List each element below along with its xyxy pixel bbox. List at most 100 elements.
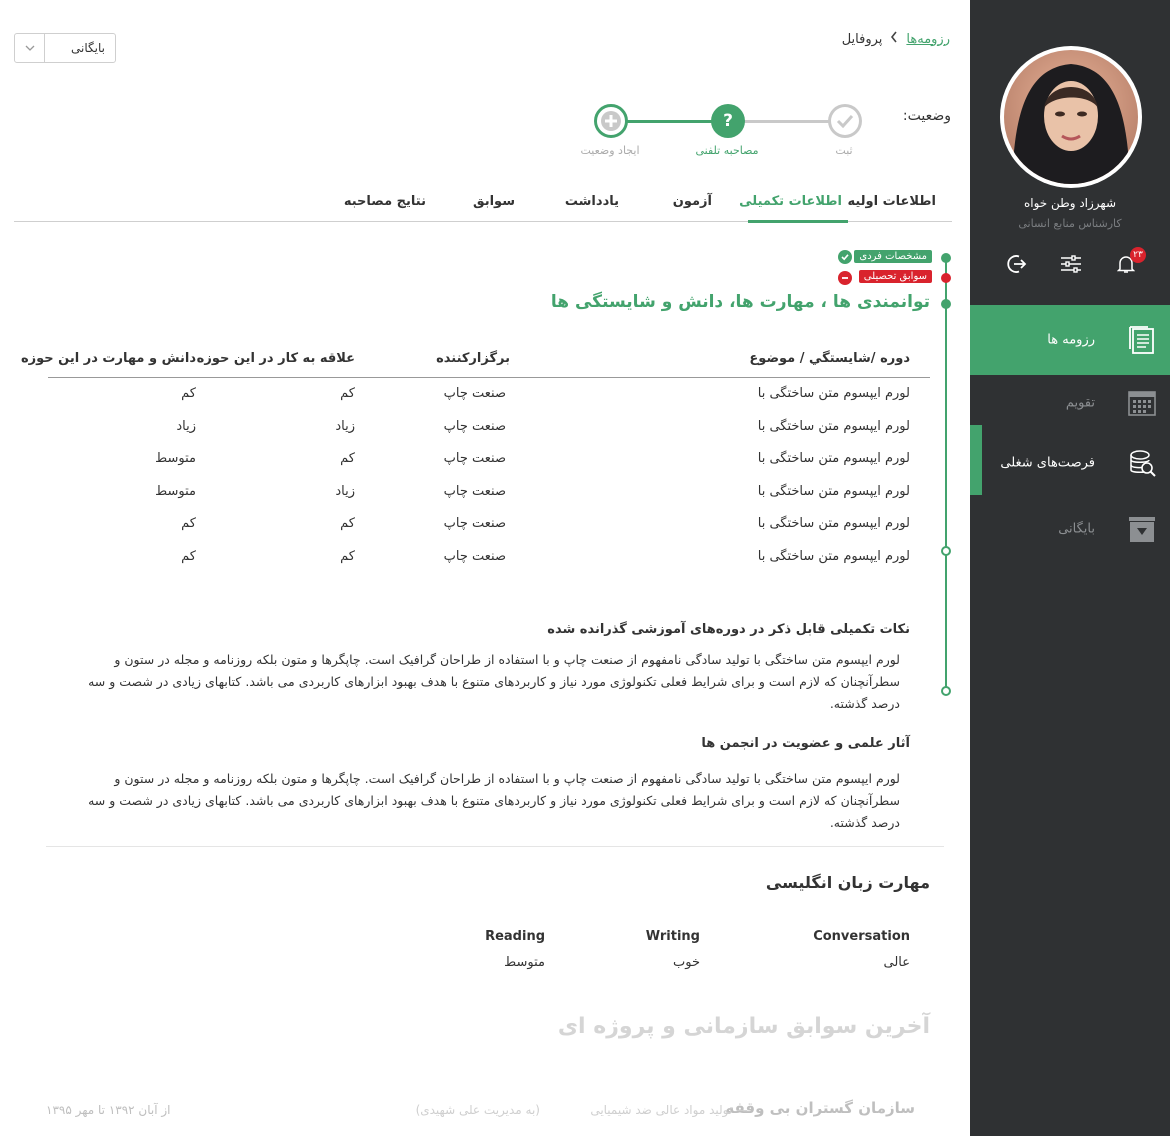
avatar[interactable] bbox=[1000, 46, 1142, 188]
table-cell: متوسط bbox=[155, 451, 196, 467]
table-row: لورم ایپسوم متن ساختگی با صنعت چاپ زیاد … bbox=[48, 411, 930, 444]
timeline-dot[interactable] bbox=[941, 299, 951, 309]
chevron-left-icon bbox=[890, 31, 898, 47]
column-header: برگزارکننده bbox=[436, 351, 510, 366]
history-org: سازمان گستران بی وقفه bbox=[725, 1099, 915, 1117]
logout-button[interactable] bbox=[1004, 250, 1030, 278]
tab-additional-info[interactable]: اطلاعات تکمیلی bbox=[739, 194, 842, 209]
active-tab-indicator bbox=[748, 220, 848, 223]
tab-history[interactable]: سوابق bbox=[473, 194, 515, 209]
step-done[interactable] bbox=[828, 104, 862, 138]
archive-icon bbox=[1129, 517, 1155, 542]
english-skills-title: مهارت زبان انگلیسی bbox=[765, 873, 930, 892]
tab-notes[interactable]: یادداشت bbox=[565, 194, 619, 209]
skills-table: دوره /شایستگي / موضوع برگزارکننده علاقه … bbox=[21, 342, 930, 574]
english-col-header: Reading bbox=[485, 929, 545, 944]
timeline-dot[interactable] bbox=[941, 546, 951, 556]
nav-label: رزومه ها bbox=[1047, 332, 1095, 348]
table-cell: کم bbox=[340, 451, 355, 467]
english-col-header: Writing bbox=[645, 929, 700, 944]
table-cell: لورم ایپسوم متن ساختگی با bbox=[757, 418, 910, 434]
profile-tabs: اطلاعات اولیه اطلاعات تکمیلی آزمون یاددا… bbox=[14, 186, 952, 223]
table-cell: متوسط bbox=[155, 483, 196, 499]
column-header: دانش و مهارت در این حوزه bbox=[20, 351, 196, 366]
tab-basic-info[interactable]: اطلاعات اولیه bbox=[847, 194, 936, 209]
sliders-icon bbox=[1061, 255, 1081, 273]
english-col-value: عالی bbox=[883, 955, 910, 970]
user-tools: ۲۳ bbox=[970, 247, 1170, 278]
english-col-value: خوب bbox=[673, 955, 700, 970]
table-cell: لورم ایپسوم متن ساختگی با bbox=[757, 451, 910, 467]
timeline-dot[interactable] bbox=[941, 253, 951, 263]
timeline-dot[interactable] bbox=[941, 273, 951, 283]
table-cell: کم bbox=[340, 548, 355, 564]
chevron-down-icon bbox=[15, 34, 45, 62]
notifications-button[interactable]: ۲۳ bbox=[1113, 247, 1146, 278]
notification-badge: ۲۳ bbox=[1130, 247, 1146, 263]
logout-icon bbox=[1007, 255, 1027, 273]
timeline-tag-personal[interactable]: مشخصات فردی bbox=[854, 250, 932, 263]
note-body: لورم ایپسوم متن ساختگی با تولید سادگی نا… bbox=[88, 771, 900, 830]
table-row: لورم ایپسوم متن ساختگی با صنعت چاپ کم کم bbox=[48, 508, 930, 541]
english-col-value: متوسط bbox=[504, 955, 545, 970]
step-label: ایجاد وضعیت bbox=[580, 144, 640, 157]
table-cell: لورم ایپسوم متن ساختگی با bbox=[757, 386, 910, 401]
column-header: علاقه به کار در این حوزه bbox=[196, 351, 355, 366]
breadcrumb: رزومه‌ها پروفایل bbox=[842, 31, 950, 47]
divider bbox=[46, 846, 944, 847]
table-cell: کم bbox=[181, 548, 196, 564]
table-cell: کم bbox=[181, 386, 196, 401]
nav-item-resumes[interactable]: رزومه ها bbox=[970, 305, 1170, 375]
step-label: مصاحبه تلفنی bbox=[695, 144, 759, 157]
table-cell: صنعت چاپ bbox=[443, 516, 506, 532]
add-status-button[interactable] bbox=[594, 104, 628, 138]
tab-exam[interactable]: آزمون bbox=[673, 194, 712, 209]
timeline-tag-education[interactable]: سوابق تحصیلی bbox=[858, 270, 932, 283]
timeline-line bbox=[945, 258, 947, 691]
nav-label: تقویم bbox=[1065, 395, 1095, 411]
nav-label: بایگانی bbox=[1058, 521, 1095, 537]
table-cell: زیاد bbox=[335, 418, 355, 434]
note-body: لورم ایپسوم متن ساختگی با تولید سادگی نا… bbox=[88, 652, 900, 711]
timeline-dot[interactable] bbox=[941, 686, 951, 696]
note-title: آثار علمی و عضویت در انجمن ها bbox=[701, 736, 910, 751]
table-cell: صنعت چاپ bbox=[443, 483, 506, 499]
archive-select-value: بایگانی bbox=[71, 41, 105, 55]
table-cell: صنعت چاپ bbox=[443, 451, 506, 467]
note-title: نکات تکمیلی قابل ذکر در دوره‌های آموزشی … bbox=[547, 622, 910, 637]
minus-circle-icon bbox=[838, 271, 852, 285]
table-row: لورم ایپسوم متن ساختگی با صنعت چاپ کم کم bbox=[48, 378, 930, 411]
table-row: لورم ایپسوم متن ساختگی با صنعت چاپ کم مت… bbox=[48, 443, 930, 476]
table-row: لورم ایپسوم متن ساختگی با صنعت چاپ کم کم bbox=[48, 541, 930, 574]
table-cell: کم bbox=[340, 516, 355, 532]
settings-button[interactable] bbox=[1058, 250, 1084, 278]
table-cell: زیاد bbox=[335, 483, 355, 499]
table-cell: صنعت چاپ bbox=[443, 548, 506, 564]
step-current[interactable]: ? bbox=[711, 104, 745, 138]
table-cell: کم bbox=[340, 386, 355, 401]
history-field: — تولید مواد عالی ضد شیمیایی bbox=[590, 1103, 748, 1117]
nav-item-jobs[interactable]: فرصت‌های شغلی bbox=[970, 428, 1170, 498]
table-header: دوره /شایستگي / موضوع برگزارکننده علاقه … bbox=[21, 342, 930, 378]
nav-label: فرصت‌های شغلی bbox=[1000, 455, 1095, 471]
status-label: وضعیت: bbox=[902, 108, 951, 124]
breadcrumb-resumes-link[interactable]: رزومه‌ها bbox=[906, 32, 950, 47]
job-search-icon bbox=[1130, 450, 1156, 477]
nav-item-archive[interactable]: بایگانی bbox=[970, 494, 1170, 564]
profile-photo bbox=[1004, 50, 1138, 184]
resume-icon bbox=[1129, 326, 1154, 354]
history-title: آخرین سوابق سازمانی و پروژه ای bbox=[557, 1014, 930, 1039]
archive-select[interactable]: بایگانی bbox=[14, 33, 116, 63]
section-title: توانمندی ها ، مهارت ها، دانش و شایستگی ه… bbox=[550, 292, 930, 312]
table-cell: لورم ایپسوم متن ساختگی با bbox=[757, 483, 910, 499]
table-row: لورم ایپسوم متن ساختگی با صنعت چاپ زیاد … bbox=[48, 476, 930, 509]
table-cell: لورم ایپسوم متن ساختگی با bbox=[757, 516, 910, 532]
checkmark-icon bbox=[831, 107, 859, 135]
english-col-header: Conversation bbox=[813, 929, 910, 944]
tab-interview-results[interactable]: نتایج مصاحبه bbox=[344, 194, 426, 209]
status-stepper: ثبت ? مصاحبه تلفنی ایجاد وضعیت bbox=[570, 100, 870, 160]
user-role: کارشناس منابع انسانی bbox=[1018, 217, 1122, 230]
table-cell: زیاد bbox=[176, 418, 196, 434]
step-connector bbox=[744, 120, 830, 123]
step-label: ثبت bbox=[835, 144, 853, 157]
